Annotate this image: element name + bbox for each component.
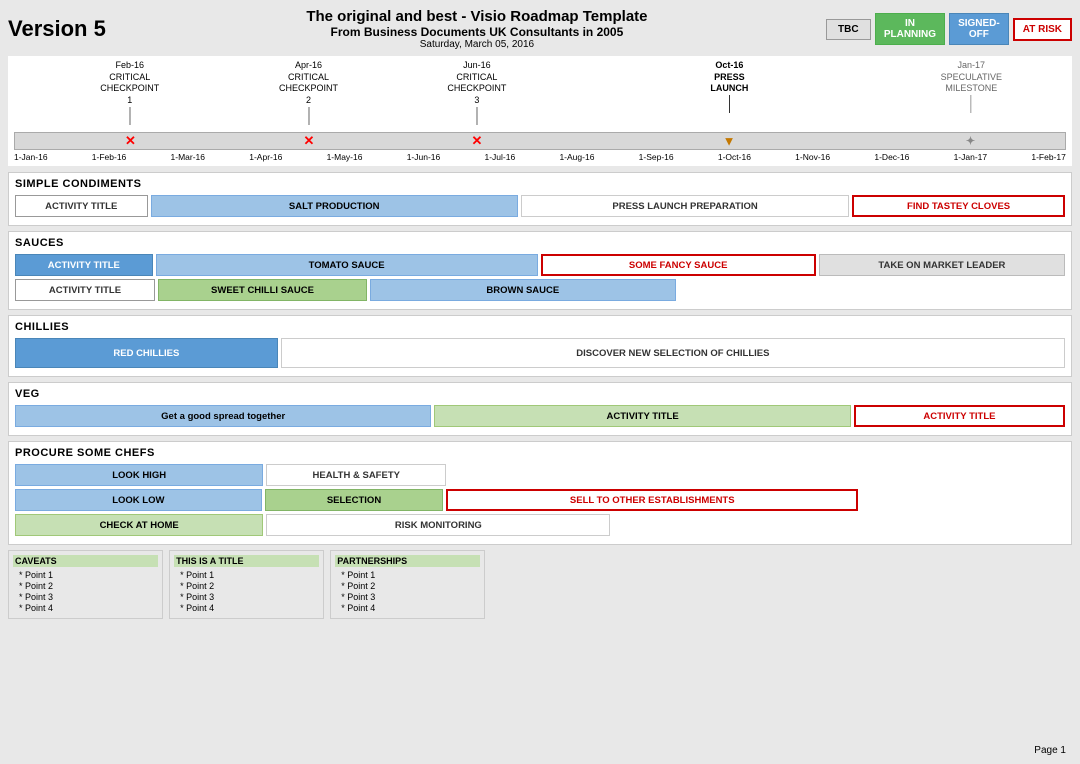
sauces-tomato: TOMATO SAUCE (156, 254, 538, 276)
veg-section: VEG Get a good spread together ACTIVITY … (8, 382, 1072, 436)
caveat-2-item-2: * Point 2 (180, 581, 319, 591)
caveat-3-item-1: * Point 1 (341, 570, 480, 580)
veg-row1: Get a good spread together ACTIVITY TITL… (15, 405, 1065, 427)
caveat-1-item-4: * Point 4 (19, 603, 158, 613)
page: Version 5 The original and best - Visio … (0, 0, 1080, 764)
veg-act-title2: ACTIVITY TITLE (854, 405, 1065, 427)
milestone-jun16: Jun-16CRITICALCHECKPOINT3 (447, 60, 506, 125)
milestone-labels: Feb-16CRITICALCHECKPOINT1 Apr-16CRITICAL… (14, 60, 1066, 132)
milestone-apr16: Apr-16CRITICALCHECKPOINT2 (279, 60, 338, 125)
sauces-row1: ACTIVITY TITLE TOMATO SAUCE SOME FANCY S… (15, 254, 1065, 276)
procure-sell: SELL TO OTHER ESTABLISHMENTS (446, 489, 858, 511)
veg-act-title1: ACTIVITY TITLE (434, 405, 850, 427)
timeline-dates: 1-Jan-16 1-Feb-16 1-Mar-16 1-Apr-16 1-Ma… (14, 152, 1066, 162)
header-center: The original and best - Visio Roadmap Te… (128, 8, 826, 50)
caveat-title-1: CAVEATS (13, 555, 158, 567)
procure-row3: CHECK AT HOME RISK MONITORING (15, 514, 1065, 536)
procure-section: PROCURE SOME CHEFS LOOK HIGH HEALTH & SA… (8, 441, 1072, 545)
simple-condiments-title: SIMPLE CONDIMENTS (15, 178, 1065, 190)
caveat-1-item-2: * Point 2 (19, 581, 158, 591)
bottom-section: CAVEATS * Point 1 * Point 2 * Point 3 * … (8, 550, 1072, 619)
badge-at-risk: AT RISK (1013, 18, 1072, 41)
sc-press-launch: PRESS LAUNCH PREPARATION (521, 195, 849, 217)
simple-condiments-row1: ACTIVITY TITLE SALT PRODUCTION PRESS LAU… (15, 195, 1065, 217)
header-subtitle: From Business Documents UK Consultants i… (128, 25, 826, 39)
sauces-brown: BROWN SAUCE (370, 279, 676, 301)
sauces-act-title1: ACTIVITY TITLE (15, 254, 153, 276)
caveat-title-3: PARTNERSHIPS (335, 555, 480, 567)
caveat-box-1: CAVEATS * Point 1 * Point 2 * Point 3 * … (8, 550, 163, 619)
veg-title: VEG (15, 388, 1065, 400)
header-date: Saturday, March 05, 2016 (128, 39, 826, 50)
milestone-oct16: Oct-16PRESSLAUNCH (710, 60, 748, 113)
sauces-row2: ACTIVITY TITLE SWEET CHILLI SAUCE BROWN … (15, 279, 1065, 301)
sauces-act-title2: ACTIVITY TITLE (15, 279, 155, 301)
procure-risk-monitoring: RISK MONITORING (266, 514, 610, 536)
chillies-row1: RED CHILLIES DISCOVER NEW SELECTION OF C… (15, 338, 1065, 368)
caveat-2-item-3: * Point 3 (180, 592, 319, 602)
caveat-spacer (491, 550, 1072, 619)
chillies-red: RED CHILLIES (15, 338, 278, 368)
version-label: Version 5 (8, 16, 128, 42)
sauces-fancy: SOME FANCY SAUCE (541, 254, 816, 276)
chillies-section: CHILLIES RED CHILLIES DISCOVER NEW SELEC… (8, 315, 1072, 377)
sc-salt-production: SALT PRODUCTION (151, 195, 518, 217)
chillies-title: CHILLIES (15, 321, 1065, 333)
timeline-section: Feb-16CRITICALCHECKPOINT1 Apr-16CRITICAL… (8, 56, 1072, 166)
page-number: Page 1 (1034, 745, 1066, 756)
sc-find-tastey-cloves: FIND TASTEY CLOVES (852, 195, 1065, 217)
caveat-box-3: PARTNERSHIPS * Point 1 * Point 2 * Point… (330, 550, 485, 619)
sauces-title: SAUCES (15, 237, 1065, 249)
procure-check-home: CHECK AT HOME (15, 514, 263, 536)
caveat-3-item-3: * Point 3 (341, 592, 480, 602)
sc-act-title: ACTIVITY TITLE (15, 195, 148, 217)
procure-title: PROCURE SOME CHEFS (15, 447, 1065, 459)
caveat-1-item-1: * Point 1 (19, 570, 158, 580)
procure-row1: LOOK HIGH HEALTH & SAFETY (15, 464, 1065, 486)
caveat-2-item-1: * Point 1 (180, 570, 319, 580)
timeline-bar: ✕ ✕ ✕ ▼ ✦ (14, 132, 1066, 150)
procure-selection: SELECTION (265, 489, 444, 511)
header: Version 5 The original and best - Visio … (8, 8, 1072, 50)
veg-spread: Get a good spread together (15, 405, 431, 427)
caveat-1-item-3: * Point 3 (19, 592, 158, 602)
badge-tbc: TBC (826, 19, 871, 40)
sauces-sweet-chilli: SWEET CHILLI SAUCE (158, 279, 367, 301)
procure-look-low: LOOK LOW (15, 489, 262, 511)
caveat-2-item-4: * Point 4 (180, 603, 319, 613)
caveat-title-2: THIS IS A TITLE (174, 555, 319, 567)
procure-look-high: LOOK HIGH (15, 464, 263, 486)
caveat-3-item-2: * Point 2 (341, 581, 480, 591)
badge-in-planning: INPLANNING (875, 13, 945, 45)
caveat-3-item-4: * Point 4 (341, 603, 480, 613)
header-badges: TBC INPLANNING SIGNED-OFF AT RISK (826, 13, 1072, 45)
sauces-market-leader: TAKE ON MARKET LEADER (819, 254, 1065, 276)
procure-health-safety: HEALTH & SAFETY (266, 464, 446, 486)
chillies-discover: DISCOVER NEW SELECTION OF CHILLIES (281, 338, 1065, 368)
header-title: The original and best - Visio Roadmap Te… (128, 8, 826, 25)
caveat-box-2: THIS IS A TITLE * Point 1 * Point 2 * Po… (169, 550, 324, 619)
sauces-section: SAUCES ACTIVITY TITLE TOMATO SAUCE SOME … (8, 231, 1072, 310)
badge-signed-off: SIGNED-OFF (949, 13, 1009, 45)
simple-condiments-section: SIMPLE CONDIMENTS ACTIVITY TITLE SALT PR… (8, 172, 1072, 226)
procure-row2: LOOK LOW SELECTION SELL TO OTHER ESTABLI… (15, 489, 1065, 511)
milestone-jan17: Jan-17SPECULATIVEMILESTONE (941, 60, 1002, 113)
milestone-feb16: Feb-16CRITICALCHECKPOINT1 (100, 60, 159, 125)
